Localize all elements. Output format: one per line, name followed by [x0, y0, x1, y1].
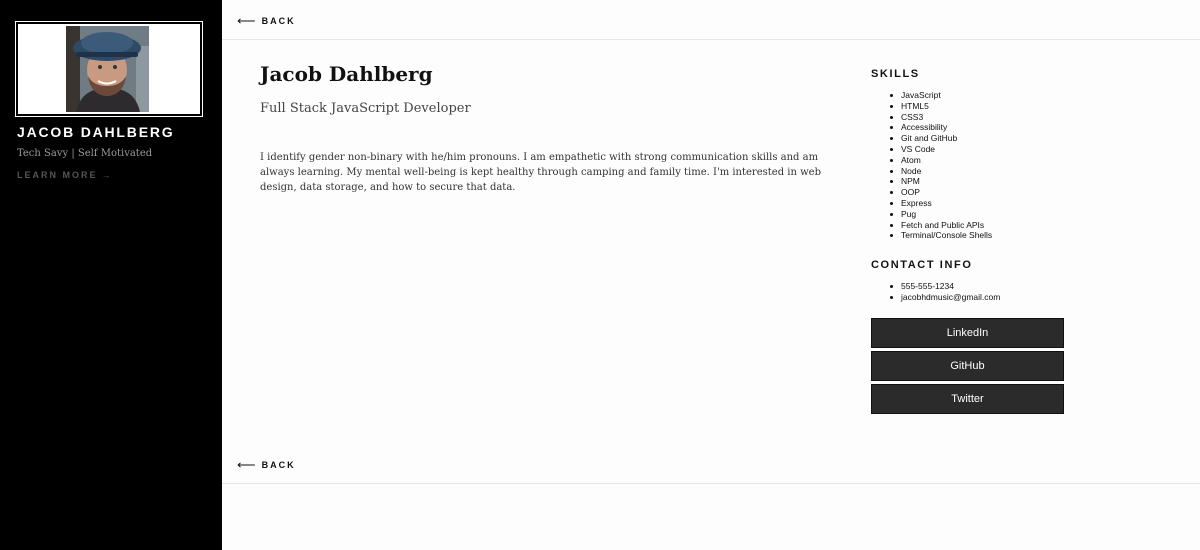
page-title: Jacob Dahlberg [260, 62, 433, 86]
contact-heading: CONTACT INFO [871, 259, 973, 272]
skill-item: Node [871, 166, 1131, 177]
sidebar-name: JACOB DAHLBERG [17, 124, 175, 140]
github-button[interactable]: GitHub [871, 350, 1064, 381]
skill-item: CSS3 [871, 112, 1131, 123]
skills-list: JavaScript HTML5 CSS3 Accessibility Git … [871, 90, 1131, 241]
bio-text: I identify gender non-binary with he/him… [260, 152, 821, 193]
back-label: BACK [261, 16, 296, 26]
profile-photo-frame [15, 21, 203, 117]
sidebar-tagline: Tech Savy | Self Motivated [17, 148, 153, 159]
skill-item: VS Code [871, 144, 1131, 155]
social-buttons: LinkedIn GitHub Twitter [871, 317, 1131, 414]
back-label: BACK [261, 460, 296, 470]
contact-phone: 555-555-1234 [871, 281, 1131, 292]
back-link-top[interactable]: ⟵ BACK [237, 13, 296, 29]
skill-item: JavaScript [871, 90, 1131, 101]
skill-item: Pug [871, 209, 1131, 220]
arrow-right-icon: → [101, 170, 111, 180]
arrow-left-icon: ⟵ [237, 457, 256, 472]
divider [222, 39, 1200, 40]
learn-more-label: LEARN MORE [17, 170, 98, 180]
info-column: SKILLS JavaScript HTML5 CSS3 Accessibili… [871, 68, 1131, 417]
contact-list: 555-555-1234 jacobhdmusic@gmail.com [871, 281, 1131, 303]
skill-item: Terminal/Console Shells [871, 230, 1131, 241]
divider [222, 483, 1200, 484]
profile-photo [66, 26, 149, 112]
skill-item: Git and GitHub [871, 133, 1131, 144]
skill-item: HTML5 [871, 101, 1131, 112]
learn-more-link[interactable]: LEARN MORE → [17, 170, 111, 180]
skill-item: Express [871, 198, 1131, 209]
arrow-left-icon: ⟵ [237, 13, 256, 28]
skill-item: Atom [871, 155, 1131, 166]
skill-item: Fetch and Public APIs [871, 220, 1131, 231]
back-link-bottom[interactable]: ⟵ BACK [237, 457, 296, 473]
contact-email: jacobhdmusic@gmail.com [871, 292, 1131, 303]
job-title: Full Stack JavaScript Developer [260, 101, 471, 116]
main-content: Jacob Dahlberg Full Stack JavaScript Dev… [260, 62, 850, 195]
skill-item: Accessibility [871, 122, 1131, 133]
sidebar: JACOB DAHLBERG Tech Savy | Self Motivate… [0, 0, 222, 550]
skills-heading: SKILLS [871, 68, 920, 80]
skill-item: NPM [871, 176, 1131, 187]
linkedin-button[interactable]: LinkedIn [871, 317, 1064, 348]
skill-item: OOP [871, 187, 1131, 198]
twitter-button[interactable]: Twitter [871, 383, 1064, 414]
